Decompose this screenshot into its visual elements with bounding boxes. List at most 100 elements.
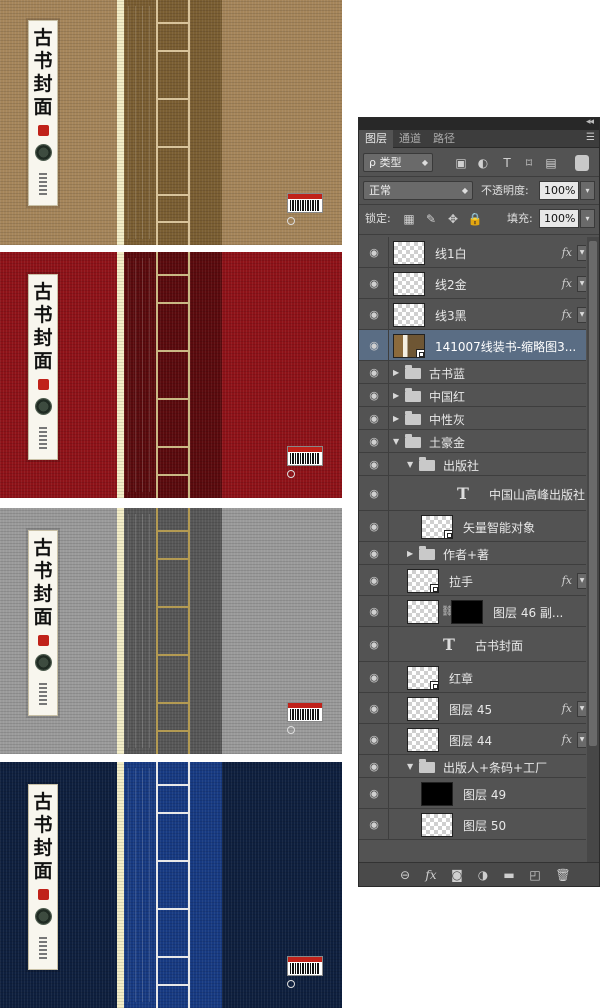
layer-name[interactable]: 中国红 — [429, 388, 465, 405]
layer-row[interactable]: ◉ T 古书封面 — [359, 627, 586, 662]
visibility-eye-icon[interactable]: ◉ — [367, 760, 381, 774]
layer-mask-thumbnail[interactable] — [451, 599, 483, 624]
effects-toggle-icon[interactable]: ▼ — [577, 731, 586, 748]
image-filter-icon[interactable]: ▣ — [453, 155, 469, 171]
layer-name[interactable]: 作者+著 — [443, 546, 489, 563]
layer-name[interactable]: 图层 50 — [463, 817, 506, 834]
layer-group-row[interactable]: ◉ ▶ 中国红 — [359, 384, 586, 407]
opacity-slider-button[interactable]: ▾ — [580, 181, 595, 200]
scrollbar-thumb[interactable] — [589, 241, 597, 746]
visibility-eye-icon[interactable]: ◉ — [367, 702, 381, 716]
visibility-eye-icon[interactable]: ◉ — [367, 339, 381, 353]
layer-name[interactable]: 图层 46 副... — [493, 604, 563, 621]
effects-toggle-icon[interactable]: ▼ — [577, 275, 586, 292]
type-filter-icon[interactable]: T — [499, 155, 515, 171]
layer-name[interactable]: 中国山高峰出版社 — [489, 486, 585, 503]
layer-name[interactable]: 出版社 — [443, 457, 479, 474]
layer-row[interactable]: ◉ 线1白 fx ▼ — [359, 237, 586, 268]
layer-effects-icon[interactable]: fx — [562, 246, 572, 259]
panel-titlebar[interactable]: ◂◂ — [359, 118, 599, 130]
expand-right-icon[interactable]: ▶ — [407, 549, 415, 558]
layer-row[interactable]: ◉ 矢量智能对象 — [359, 511, 586, 542]
expand-right-icon[interactable]: ▶ — [393, 414, 401, 423]
layer-row[interactable]: ◉ 拉手 fx ▼ — [359, 565, 586, 596]
layer-row[interactable]: ◉ 图层 45 fx ▼ — [359, 693, 586, 724]
new-layer-icon[interactable]: ◰ — [527, 867, 543, 883]
layer-name[interactable]: 古书蓝 — [429, 365, 465, 382]
layers-scrollbar[interactable] — [587, 237, 599, 863]
layer-row[interactable]: ◉ 图层 49 — [359, 778, 586, 809]
expand-right-icon[interactable]: ▶ — [393, 368, 401, 377]
fx-icon[interactable]: fx — [423, 867, 439, 883]
visibility-eye-icon[interactable]: ◉ — [367, 787, 381, 801]
layer-row[interactable]: ◉ 线3黑 fx ▼ — [359, 299, 586, 330]
layer-row[interactable]: ◉ 图层 44 fx ▼ — [359, 724, 586, 755]
adjustment-filter-icon[interactable]: ◐ — [475, 155, 491, 171]
layer-name[interactable]: 线3黑 — [435, 307, 467, 324]
layer-row[interactable]: ◉ 图层 50 — [359, 809, 586, 840]
layer-name[interactable]: 矢量智能对象 — [463, 519, 535, 536]
link-layers-icon[interactable]: ⊖ — [397, 867, 413, 883]
layer-group-row[interactable]: ◉ ▶ 中性灰 — [359, 407, 586, 430]
layer-name[interactable]: 图层 44 — [449, 732, 492, 749]
smartobject-filter-icon[interactable]: ▤ — [543, 155, 559, 171]
effects-toggle-icon[interactable]: ▼ — [577, 572, 586, 589]
effects-toggle-icon[interactable]: ▼ — [577, 700, 586, 717]
visibility-eye-icon[interactable]: ◉ — [367, 366, 381, 380]
layer-name[interactable]: 古书封面 — [475, 637, 523, 654]
layer-group-row[interactable]: ◉ ▼ 出版社 — [359, 453, 586, 476]
lock-position-icon[interactable]: ✥ — [445, 211, 461, 227]
lock-transparent-icon[interactable]: ▦ — [401, 211, 417, 227]
layer-row[interactable]: ◉ 线2金 fx ▼ — [359, 268, 586, 299]
visibility-eye-icon[interactable]: ◉ — [367, 605, 381, 619]
new-group-icon[interactable]: ▬ — [501, 867, 517, 883]
layer-effects-icon[interactable]: fx — [562, 277, 572, 290]
collapse-icon[interactable]: ◂◂ — [586, 118, 594, 127]
mask-link-icon[interactable]: ⛓ — [441, 606, 454, 617]
layer-effects-icon[interactable]: fx — [562, 574, 572, 587]
expand-right-icon[interactable]: ▶ — [393, 391, 401, 400]
layer-name[interactable]: 中性灰 — [429, 411, 465, 428]
opacity-input[interactable]: 100% — [539, 181, 579, 200]
layer-effects-icon[interactable]: fx — [562, 733, 572, 746]
effects-toggle-icon[interactable]: ▼ — [577, 306, 586, 323]
layer-name[interactable]: 红章 — [449, 670, 473, 687]
layer-effects-icon[interactable]: fx — [562, 308, 572, 321]
layer-group-row[interactable]: ◉ ▼ 土豪金 — [359, 430, 586, 453]
layer-group-row[interactable]: ◉ ▶ 古书蓝 — [359, 361, 586, 384]
effects-toggle-icon[interactable]: ▼ — [577, 244, 586, 261]
visibility-eye-icon[interactable]: ◉ — [367, 547, 381, 561]
layer-name[interactable]: 图层 49 — [463, 786, 506, 803]
visibility-eye-icon[interactable]: ◉ — [367, 435, 381, 449]
expand-down-icon[interactable]: ▼ — [393, 437, 401, 446]
layer-row[interactable]: ◉ T 中国山高峰出版社 — [359, 476, 586, 511]
layer-name[interactable]: 线1白 — [435, 245, 467, 262]
fill-slider-button[interactable]: ▾ — [580, 209, 595, 228]
visibility-eye-icon[interactable]: ◉ — [367, 277, 381, 291]
visibility-eye-icon[interactable]: ◉ — [367, 638, 381, 652]
expand-down-icon[interactable]: ▼ — [407, 762, 415, 771]
layer-name[interactable]: 图层 45 — [449, 701, 492, 718]
panel-menu-icon[interactable]: ☰ — [586, 132, 595, 143]
shape-filter-icon[interactable]: ⌑ — [521, 155, 537, 171]
filter-type-dropdown[interactable]: ρ 类型 ◆ — [363, 153, 433, 172]
adjustment-icon[interactable]: ◑ — [475, 867, 491, 883]
layer-row[interactable]: ◉ ⛓ 图层 46 副... — [359, 596, 586, 627]
trash-icon[interactable]: 🗑 — [555, 867, 571, 883]
layer-name[interactable]: 出版人+条码+工厂 — [443, 759, 547, 776]
visibility-eye-icon[interactable]: ◉ — [367, 308, 381, 322]
visibility-eye-icon[interactable]: ◉ — [367, 733, 381, 747]
fill-input[interactable]: 100% — [539, 209, 579, 228]
visibility-eye-icon[interactable]: ◉ — [367, 818, 381, 832]
mask-icon[interactable]: ◙ — [449, 867, 465, 883]
tab-paths[interactable]: 路径 — [427, 130, 461, 148]
tab-channels[interactable]: 通道 — [393, 130, 427, 148]
visibility-eye-icon[interactable]: ◉ — [367, 671, 381, 685]
layer-name[interactable]: 拉手 — [449, 573, 473, 590]
expand-down-icon[interactable]: ▼ — [407, 460, 415, 469]
layer-row[interactable]: ◉ 141007线装书-缩略图3... — [359, 330, 586, 361]
layer-name[interactable]: 141007线装书-缩略图3... — [435, 338, 576, 355]
layer-row[interactable]: ◉ 红章 — [359, 662, 586, 693]
filter-toggle-icon[interactable] — [575, 155, 589, 171]
lock-pixels-icon[interactable]: ✎ — [423, 211, 439, 227]
